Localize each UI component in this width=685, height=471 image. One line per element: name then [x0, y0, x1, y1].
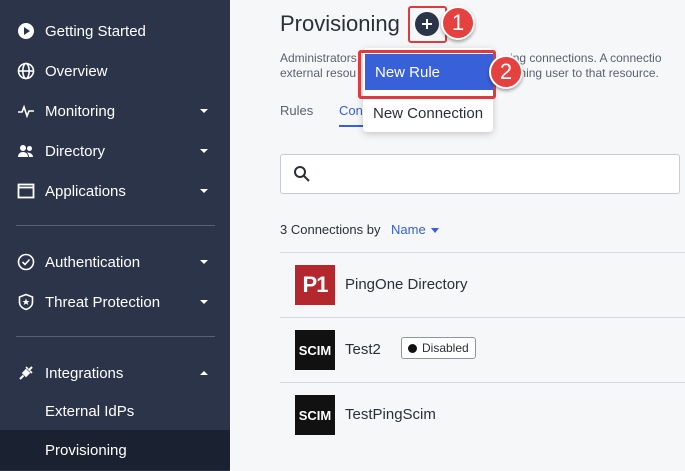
sidebar-divider: [16, 336, 215, 337]
menu-item-new-connection[interactable]: New Connection: [363, 95, 493, 131]
chevron-down-icon: [200, 260, 208, 264]
window-icon: [16, 181, 36, 201]
p1-logo: P1: [295, 265, 335, 305]
globe-icon: [16, 61, 36, 81]
chevron-down-icon: [200, 189, 208, 193]
callout-badge-1: 1: [441, 6, 475, 40]
chevron-up-icon: [200, 371, 208, 375]
sidebar-item-label: Getting Started: [45, 22, 146, 40]
status-label: Disabled: [422, 341, 469, 355]
status-dot-icon: [408, 344, 417, 353]
sidebar-item-label: External IdPs: [45, 402, 135, 420]
chevron-down-icon: [200, 109, 208, 113]
tab-connections[interactable]: Con: [339, 103, 363, 118]
sidebar-item-integrations[interactable]: Integrations: [0, 353, 230, 393]
search-icon: [294, 166, 310, 182]
sidebar-item-applications[interactable]: Applications: [0, 171, 230, 211]
check-circle-icon: [16, 252, 36, 272]
list-item[interactable]: SCIM Test2 Disabled: [280, 317, 685, 382]
sidebar-subitem-provisioning[interactable]: Provisioning: [0, 430, 230, 470]
page-title: Provisioning: [280, 11, 400, 36]
connection-name: Test2: [345, 341, 381, 358]
sidebar-item-label: Applications: [45, 182, 126, 200]
sidebar: Getting Started Overview Monitoring Dire…: [0, 0, 230, 471]
play-circle-icon: [16, 21, 36, 41]
scim-logo: SCIM: [295, 330, 335, 370]
status-badge: Disabled: [401, 337, 476, 359]
sidebar-item-threat-protection[interactable]: Threat Protection: [0, 282, 230, 322]
sidebar-item-label: Integrations: [45, 364, 124, 382]
connection-count: 3 Connections by: [280, 222, 381, 237]
callout-badge-2: 2: [489, 55, 523, 89]
sidebar-item-directory[interactable]: Directory: [0, 131, 230, 171]
list-item[interactable]: SCIM TestPingScim: [280, 382, 685, 447]
caret-down-icon: [431, 228, 439, 233]
sidebar-item-label: Overview: [45, 62, 108, 80]
users-icon: [16, 141, 36, 161]
sidebar-divider: [16, 225, 215, 226]
sort-dropdown[interactable]: Name: [391, 222, 426, 237]
sidebar-item-monitoring[interactable]: Monitoring: [0, 91, 230, 131]
sidebar-item-label: Monitoring: [45, 102, 116, 120]
sidebar-item-label: Authentication: [45, 253, 141, 271]
pulse-icon: [16, 101, 36, 121]
plug-icon: [16, 363, 36, 383]
sidebar-item-label: Directory: [45, 142, 106, 160]
sidebar-item-label: Provisioning: [45, 441, 127, 459]
shield-icon: [16, 292, 36, 312]
sidebar-item-label: Threat Protection: [45, 293, 161, 311]
chevron-down-icon: [200, 149, 208, 153]
callout-highlight-2: [358, 50, 496, 99]
scim-logo: SCIM: [295, 395, 335, 435]
sidebar-item-authentication[interactable]: Authentication: [0, 242, 230, 282]
sidebar-item-overview[interactable]: Overview: [0, 51, 230, 91]
chevron-down-icon: [200, 300, 208, 304]
sidebar-subitem-external-idps[interactable]: External IdPs: [0, 391, 230, 431]
sidebar-item-getting-started[interactable]: Getting Started: [0, 11, 230, 51]
main-content: Provisioning 1 Administrators ing connec…: [230, 0, 685, 471]
connection-name: TestPingScim: [345, 406, 436, 423]
search-input[interactable]: [280, 154, 680, 194]
tab-rules[interactable]: Rules: [280, 103, 313, 118]
list-item[interactable]: P1 PingOne Directory: [280, 252, 685, 317]
connection-name: PingOne Directory: [345, 276, 468, 293]
